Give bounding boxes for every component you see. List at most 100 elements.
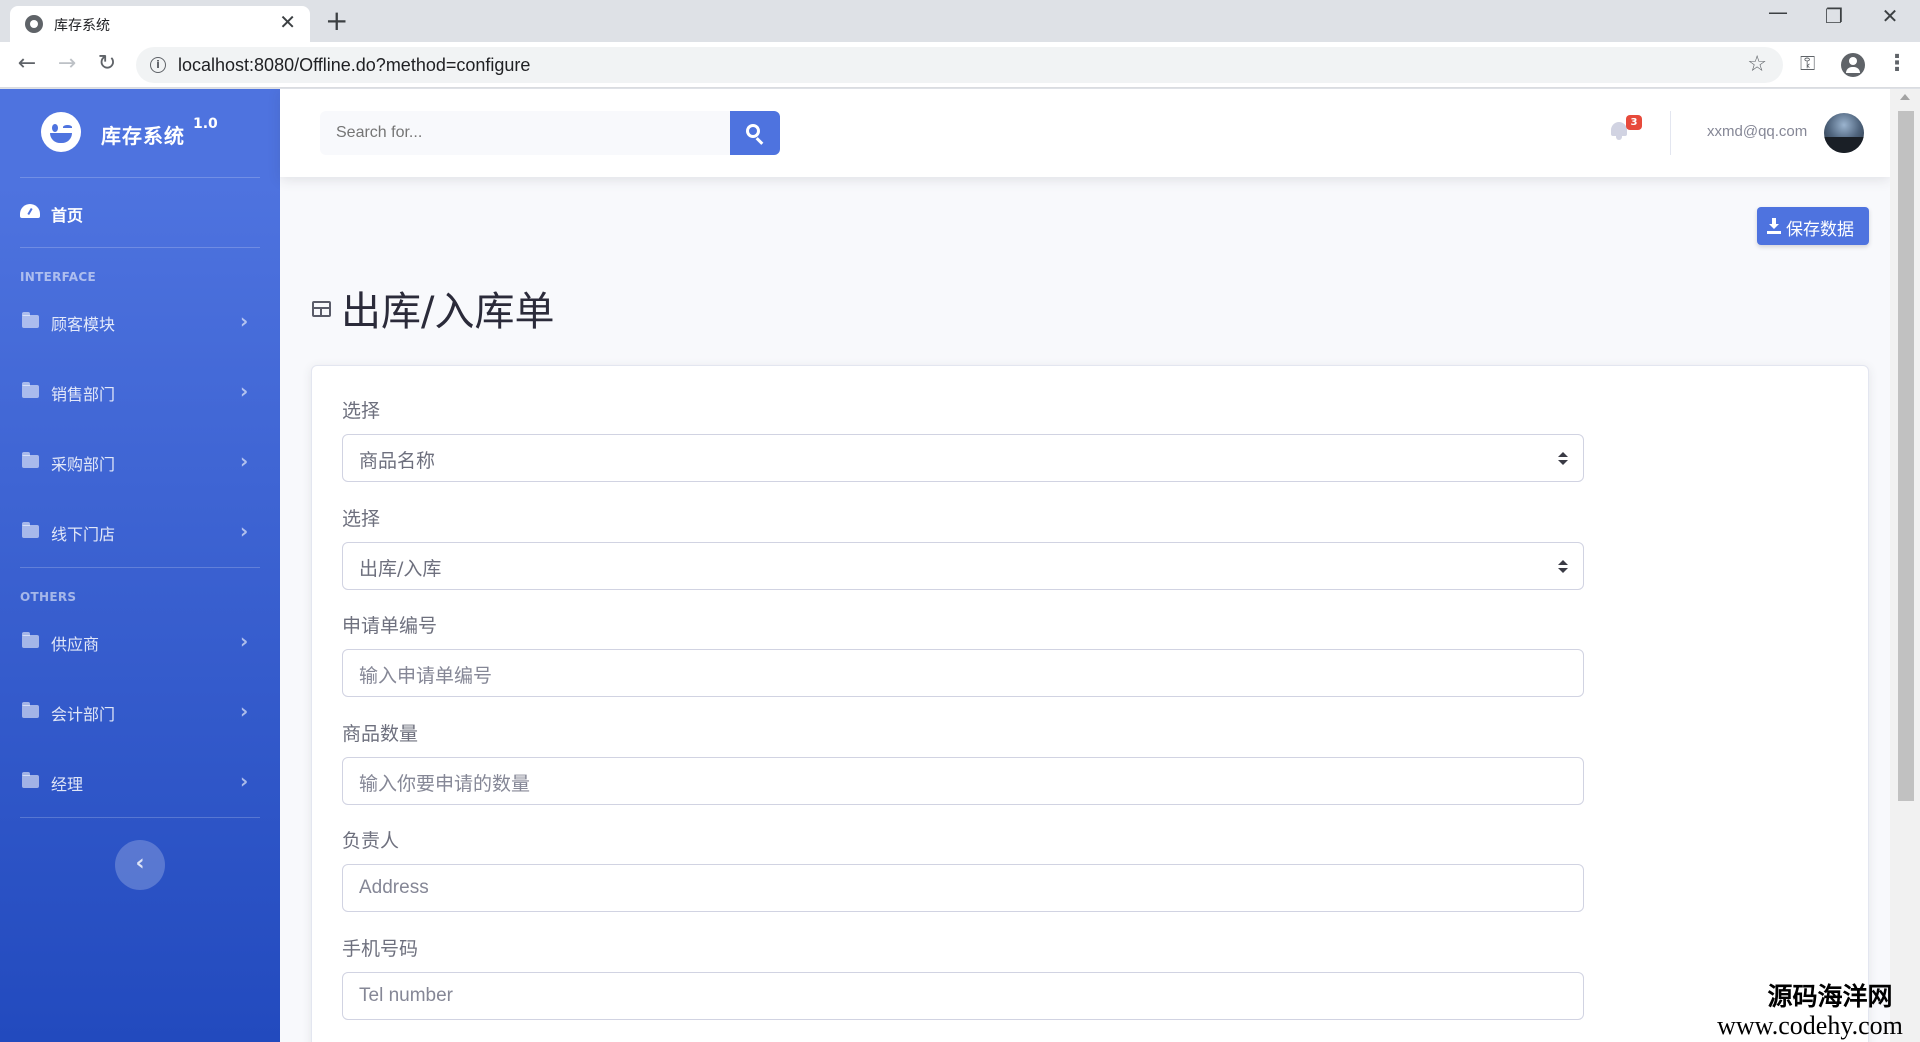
topbar-divider [1670,111,1671,155]
quantity-input[interactable]: 输入你要申请的数量 [342,757,1584,805]
sidebar-item-label: 首页 [51,206,84,225]
product-select-label: 选择 [342,400,381,422]
address-bar[interactable]: i localhost:8080/Offline.do?method=confi… [136,47,1783,83]
favicon-icon [25,15,43,33]
product-name-select[interactable]: 商品名称 [342,434,1584,482]
scrollbar-thumb[interactable] [1898,111,1914,801]
page-scrollbar[interactable] [1890,89,1920,1042]
search-button[interactable] [730,111,780,155]
sidebar-item-home[interactable]: 首页 [0,188,280,238]
table-icon [312,301,331,317]
brand-name: 库存系统 [101,124,185,148]
request-number-input[interactable]: 输入申请单编号 [342,649,1584,697]
sidebar-item-sales[interactable]: 销售部门 › [0,367,280,417]
chevron-right-icon: › [240,769,249,793]
user-email[interactable]: xxmd@qq.com [1707,123,1807,140]
search-input[interactable] [320,111,730,155]
new-tab-button[interactable]: + [325,6,348,36]
select-arrows-icon [1558,560,1568,574]
folder-icon [22,772,39,788]
folder-icon [22,632,39,648]
phone-placeholder: Tel number [359,985,453,1006]
in-out-select-value: 出库/入库 [359,558,442,580]
chevron-right-icon: › [240,379,249,403]
chevron-right-icon: › [240,519,249,543]
window-minimize-button[interactable]: — [1758,0,1798,24]
sidebar-item-label: 销售部门 [51,385,116,404]
phone-input[interactable]: Tel number [342,972,1584,1020]
chevron-right-icon: › [240,449,249,473]
sidebar-divider [20,177,260,178]
sidebar-toggle-button[interactable]: ‹ [115,840,165,890]
sidebar-item-customers[interactable]: 顾客模块 › [0,297,280,347]
download-icon [1768,218,1780,232]
quantity-placeholder: 输入你要申请的数量 [359,773,531,795]
watermark-title: 源码海洋网 [1767,982,1893,1011]
scroll-up-arrow-icon[interactable] [1900,94,1910,100]
folder-icon [22,312,39,328]
sidebar-item-accounting[interactable]: 会计部门 › [0,687,280,737]
phone-label: 手机号码 [342,938,419,960]
in-out-select[interactable]: 出库/入库 [342,542,1584,590]
sidebar-item-label: 会计部门 [51,705,116,724]
back-arrow-icon[interactable]: ← [13,51,41,77]
chevron-right-icon: › [240,309,249,333]
sidebar-item-manager[interactable]: 经理 › [0,757,280,807]
owner-label: 负责人 [342,830,400,852]
folder-icon [22,522,39,538]
sidebar: 库存系统 1.0 首页 INTERFACE 顾客模块 › 销售部门 › 采购部门… [0,89,280,1042]
laugh-wink-logo-icon [41,112,81,152]
reload-icon[interactable]: ↻ [93,51,121,77]
sidebar-divider [20,247,260,248]
window-close-button[interactable]: ✕ [1870,4,1910,28]
form-card: 选择 商品名称 选择 出库/入库 申请单编号 输入申请单编号 商品数量 输入你要… [311,365,1869,1042]
brand-version: 1.0 [193,116,218,132]
chevron-right-icon: › [240,699,249,723]
bookmark-star-icon[interactable]: ☆ [1747,52,1767,77]
tab-title: 库存系统 [54,18,110,34]
sidebar-divider [20,567,260,568]
product-select-value: 商品名称 [359,450,436,472]
site-info-icon[interactable]: i [150,57,166,73]
sidebar-heading-interface: INTERFACE [20,270,96,284]
browser-tab[interactable]: 库存系统 ✕ [10,6,310,42]
watermark-url: www.codehy.com [1717,1011,1903,1040]
sidebar-item-label: 线下门店 [51,525,116,544]
folder-icon [22,452,39,468]
tachometer-icon [20,204,40,218]
sidebar-item-suppliers[interactable]: 供应商 › [0,617,280,667]
browser-tab-strip: 库存系统 ✕ + — ❐ ✕ [0,0,1920,42]
save-data-label: 保存数据 [1786,220,1854,240]
sidebar-item-label: 采购部门 [51,455,116,474]
save-data-button[interactable]: 保存数据 [1757,207,1869,245]
page-viewport: 库存系统 1.0 首页 INTERFACE 顾客模块 › 销售部门 › 采购部门… [0,89,1920,1042]
topbar: 3 xxmd@qq.com [280,89,1890,177]
password-key-icon[interactable]: ⚿ [1800,51,1815,75]
owner-input[interactable]: Address [342,864,1584,912]
page-title: 出库/入库单 [341,289,555,335]
sidebar-item-label: 供应商 [51,635,100,654]
search-form [320,111,780,155]
folder-icon [22,702,39,718]
browser-menu-icon[interactable]: ⋮ [1886,51,1908,77]
owner-placeholder: Address [359,877,429,898]
tab-close-icon[interactable]: ✕ [279,11,296,33]
avatar[interactable] [1824,113,1864,153]
forward-arrow-icon[interactable]: → [53,51,81,77]
request-number-label: 申请单编号 [342,615,438,637]
chevron-right-icon: › [240,629,249,653]
watermark: 源码海洋网 www.codehy.com [1700,983,1920,1042]
sidebar-item-label: 经理 [51,775,84,794]
sidebar-brand[interactable]: 库存系统 1.0 [0,89,280,177]
profile-icon[interactable] [1841,53,1865,77]
sidebar-item-offline-stores[interactable]: 线下门店 › [0,507,280,557]
sidebar-divider [20,817,260,818]
folder-icon [22,382,39,398]
sidebar-item-purchasing[interactable]: 采购部门 › [0,437,280,487]
request-number-placeholder: 输入申请单编号 [359,665,493,687]
search-icon [746,124,760,138]
browser-toolbar: ← → ↻ i localhost:8080/Offline.do?method… [0,42,1920,88]
url-text[interactable]: localhost:8080/Offline.do?method=configu… [178,55,530,76]
window-restore-button[interactable]: ❐ [1814,4,1854,28]
quantity-label: 商品数量 [342,723,419,745]
